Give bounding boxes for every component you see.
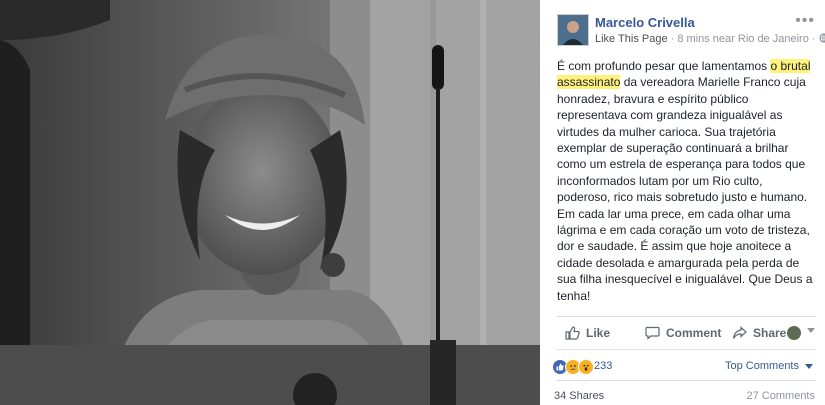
share-label: Share xyxy=(753,326,787,340)
divider xyxy=(557,380,815,381)
divider xyxy=(557,316,815,317)
share-icon xyxy=(732,326,747,340)
reaction-wow-icon xyxy=(578,359,594,375)
like-label: Like xyxy=(586,326,611,340)
page-avatar[interactable] xyxy=(557,14,589,46)
post-photo[interactable] xyxy=(0,0,540,405)
like-button[interactable]: Like xyxy=(565,326,610,340)
reaction-count[interactable]: 233 xyxy=(594,360,612,372)
post-meta: Like This Page · 8 mins near Rio de Jane… xyxy=(595,33,825,45)
action-bar: Like Comment Share xyxy=(557,322,815,346)
globe-icon xyxy=(818,33,825,45)
top-comments-dropdown[interactable]: Top Comments xyxy=(725,360,799,372)
reaction-icons[interactable] xyxy=(552,359,594,375)
shares-count[interactable]: 34 Shares xyxy=(554,390,604,402)
author-name[interactable]: Marcelo Crivella xyxy=(595,15,695,30)
viewer-avatar[interactable] xyxy=(787,326,801,340)
divider xyxy=(557,349,815,350)
chevron-down-icon[interactable] xyxy=(805,364,813,369)
post-text-end: da vereadora Marielle Franco cuja honrad… xyxy=(557,75,813,303)
photo-illustration xyxy=(0,0,540,405)
post-panel: Marcelo Crivella Like This Page · 8 mins… xyxy=(540,0,825,405)
more-icon[interactable]: ••• xyxy=(795,12,815,30)
reactions-row: 233 Top Comments xyxy=(548,358,815,375)
post-time-location: · 8 mins near Rio de Janeiro · xyxy=(667,33,819,45)
comment-label: Comment xyxy=(666,326,722,340)
like-page-link[interactable]: Like This Page xyxy=(595,33,668,45)
comments-count[interactable]: 27 Comments xyxy=(747,390,815,402)
post-header: Marcelo Crivella Like This Page · 8 mins… xyxy=(557,12,825,48)
post-text-start: É com profundo pesar que lamentamos xyxy=(557,59,771,73)
share-button[interactable]: Share xyxy=(732,326,786,340)
chevron-down-icon[interactable] xyxy=(807,328,815,333)
comment-button[interactable]: Comment xyxy=(645,326,721,340)
comment-icon xyxy=(645,326,660,340)
like-icon xyxy=(565,326,580,340)
post-text: É com profundo pesar que lamentamos o br… xyxy=(557,58,819,304)
